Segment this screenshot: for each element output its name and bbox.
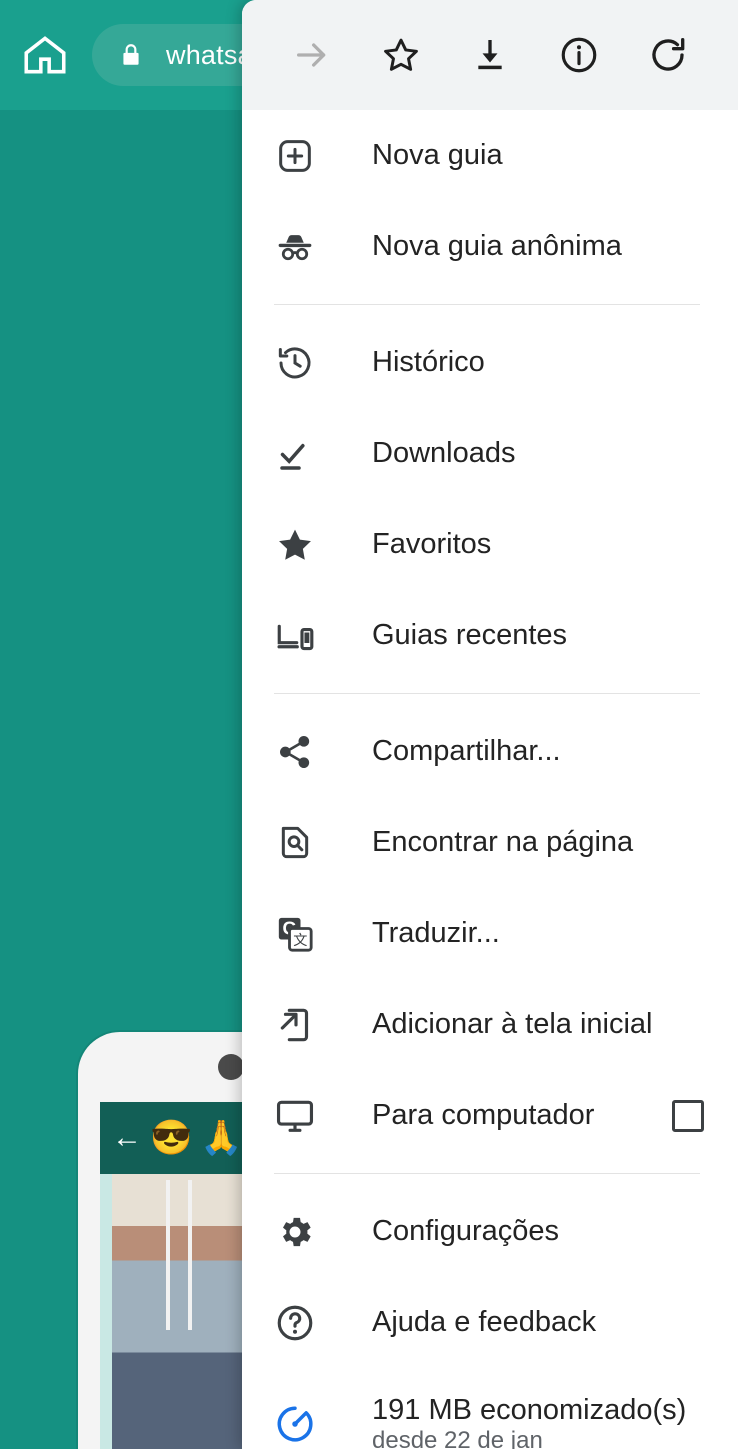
menu-item-find-in-page[interactable]: Encontrar na página — [242, 797, 738, 888]
gear-icon — [272, 1209, 318, 1255]
chat-avatar: 😎 — [150, 1119, 193, 1157]
home-icon[interactable] — [20, 30, 70, 80]
menu-item-add-to-home-screen[interactable]: Adicionar à tela inicial — [242, 979, 738, 1070]
recent-tabs-icon — [272, 613, 318, 659]
data-saver-title: 191 MB economizado(s) — [372, 1393, 687, 1426]
menu-item-bookmarks[interactable]: Favoritos — [242, 499, 738, 590]
menu-item-label: Traduzir... — [372, 917, 500, 949]
menu-item-translate[interactable]: G 文 Traduzir... — [242, 888, 738, 979]
menu-item-share[interactable]: Compartilhar... — [242, 706, 738, 797]
menu-item-label: Compartilhar... — [372, 735, 561, 767]
translate-icon: G 文 — [272, 911, 318, 957]
downloads-check-icon — [272, 431, 318, 477]
find-in-page-icon — [272, 820, 318, 866]
menu-divider — [274, 1173, 700, 1174]
forward-button[interactable] — [284, 27, 340, 83]
menu-items-list: Nova guia Nova guia anônima Histórico Do… — [242, 110, 738, 1449]
menu-item-label: Downloads — [372, 437, 516, 469]
download-button[interactable] — [462, 27, 518, 83]
menu-item-desktop-site[interactable]: Para computador — [242, 1070, 738, 1161]
lock-icon — [118, 40, 144, 70]
menu-item-downloads[interactable]: Downloads — [242, 408, 738, 499]
menu-item-label: Favoritos — [372, 528, 492, 560]
reload-button[interactable] — [640, 27, 696, 83]
chat-second-emoji: 🙏 — [200, 1119, 243, 1157]
swing-chain-left — [166, 1180, 170, 1330]
desktop-icon — [272, 1093, 318, 1139]
new-tab-icon — [272, 133, 318, 179]
add-to-home-icon — [272, 1002, 318, 1048]
browser-menu-panel: Nova guia Nova guia anônima Histórico Do… — [242, 0, 738, 1449]
history-icon — [272, 340, 318, 386]
menu-divider — [274, 304, 700, 305]
menu-item-label: Nova guia anônima — [372, 230, 622, 262]
menu-item-label: Para computador — [372, 1099, 595, 1131]
menu-divider — [274, 693, 700, 694]
data-saver-subtitle: desde 22 de jan — [372, 1426, 543, 1449]
data-saver-speedometer-icon — [272, 1401, 318, 1447]
swing-chain-right — [188, 1180, 192, 1330]
menu-item-label: Configurações — [372, 1215, 559, 1247]
menu-item-help-and-feedback[interactable]: Ajuda e feedback — [242, 1277, 738, 1368]
menu-item-new-incognito-tab[interactable]: Nova guia anônima — [242, 201, 738, 292]
menu-item-label: Adicionar à tela inicial — [372, 1008, 653, 1040]
menu-item-recent-tabs[interactable]: Guias recentes — [242, 590, 738, 681]
menu-item-data-saver[interactable]: 191 MB economizado(s) desde 22 de jan — [242, 1368, 738, 1449]
star-filled-icon — [272, 522, 318, 568]
desktop-site-checkbox[interactable] — [672, 1099, 704, 1132]
menu-item-history[interactable]: Histórico — [242, 317, 738, 408]
arrow-left-icon: ← — [112, 1121, 142, 1154]
menu-item-label: Encontrar na página — [372, 826, 634, 858]
incognito-icon — [272, 224, 318, 270]
menu-item-label: Nova guia — [372, 139, 503, 171]
menu-item-new-tab[interactable]: Nova guia — [242, 110, 738, 201]
data-saver-text: 191 MB economizado(s) desde 22 de jan — [372, 1394, 686, 1449]
help-circle-icon — [272, 1300, 318, 1346]
share-icon — [272, 729, 318, 775]
bookmark-button[interactable] — [373, 27, 429, 83]
phone-camera — [218, 1054, 244, 1080]
menu-item-label: Ajuda e feedback — [372, 1306, 597, 1338]
menu-item-settings[interactable]: Configurações — [242, 1186, 738, 1277]
url-text: whatsa — [166, 39, 253, 70]
svg-text:文: 文 — [293, 933, 307, 949]
menu-header-toolbar — [242, 0, 738, 110]
menu-item-label: Histórico — [372, 346, 485, 378]
page-info-button[interactable] — [551, 27, 607, 83]
menu-item-label: Guias recentes — [372, 619, 568, 651]
